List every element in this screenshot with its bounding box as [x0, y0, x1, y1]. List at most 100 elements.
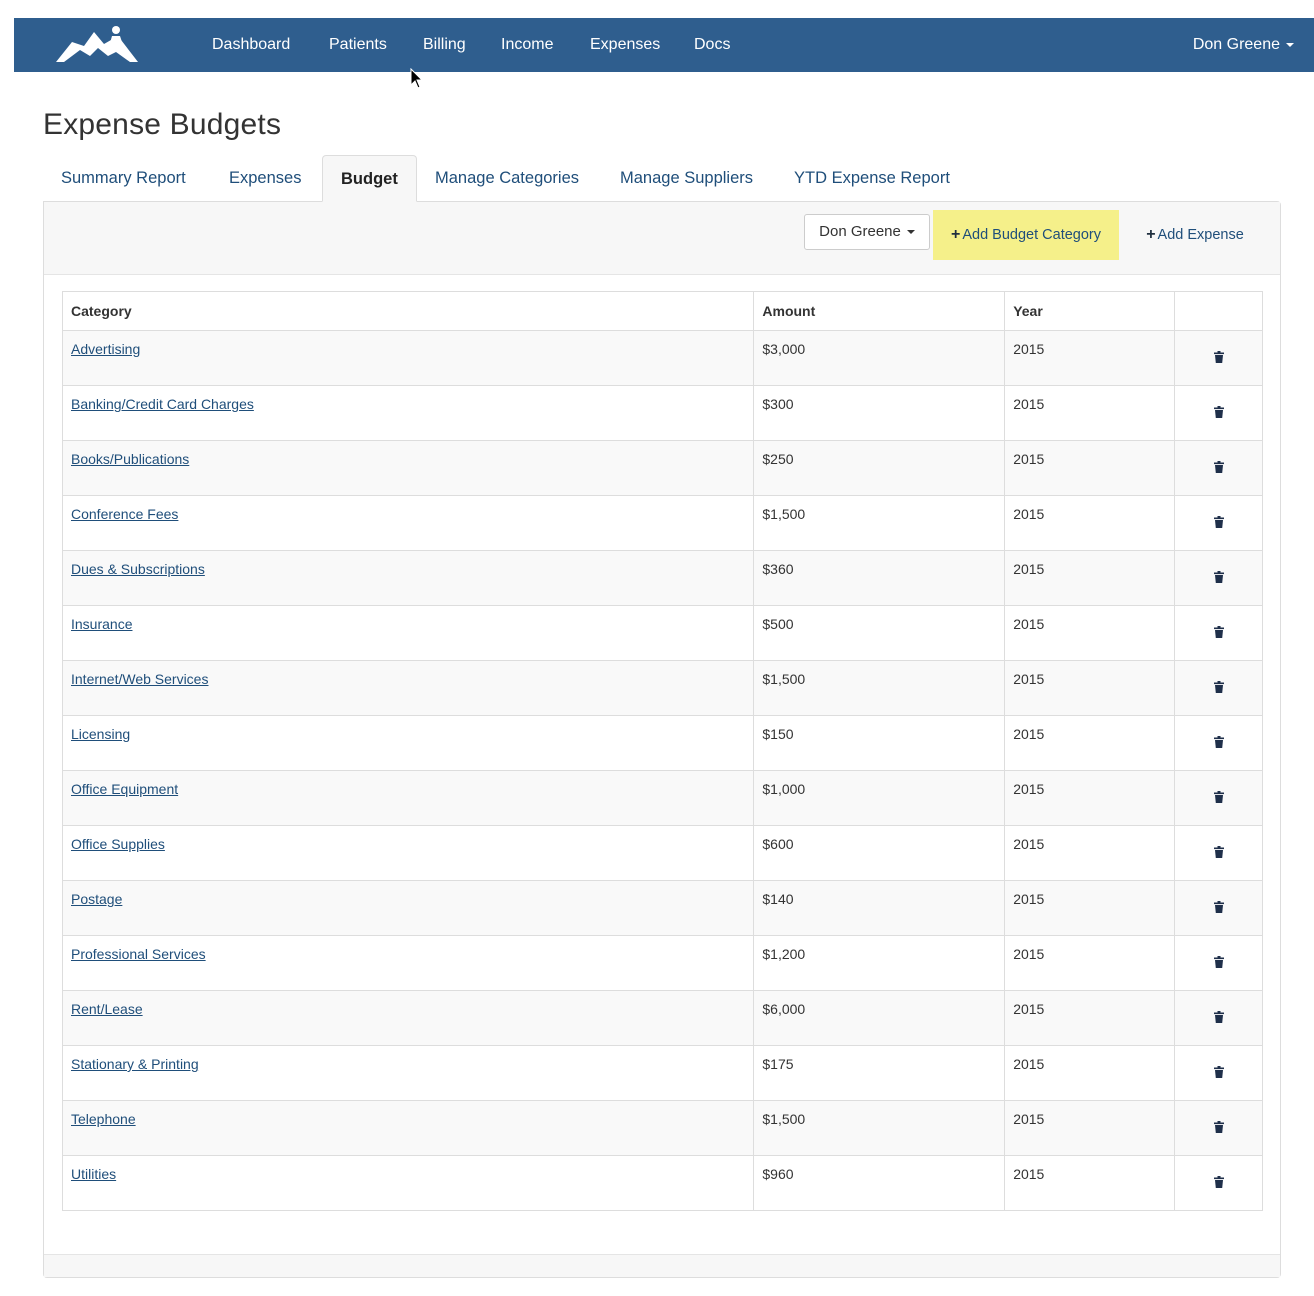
year-cell: 2015 [1004, 440, 1176, 496]
amount-cell: $3,000 [753, 330, 1006, 386]
column-header-category: Category [61, 291, 755, 331]
year-cell: 2015 [1004, 880, 1176, 936]
nav-dashboard[interactable]: Dashboard [212, 18, 290, 72]
user-filter-value: Don Greene [819, 223, 901, 240]
actions-cell [1174, 440, 1263, 496]
year-cell: 2015 [1004, 1155, 1176, 1211]
nav-income[interactable]: Income [501, 18, 553, 72]
amount-cell: $250 [753, 440, 1006, 496]
trash-icon[interactable] [1213, 900, 1224, 913]
category-link[interactable]: Insurance [71, 616, 132, 632]
category-link[interactable]: Banking/Credit Card Charges [71, 396, 254, 412]
category-link[interactable]: Books/Publications [71, 451, 189, 467]
add-expense-button[interactable]: + Add Expense [1132, 210, 1258, 260]
amount-cell: $960 [753, 1155, 1006, 1211]
category-link[interactable]: Postage [71, 891, 122, 907]
table-row: Dues & Subscriptions $360 2015 [61, 550, 1263, 606]
year-cell: 2015 [1004, 990, 1176, 1046]
tab-ytd-expense-report[interactable]: YTD Expense Report [776, 155, 968, 202]
table-row: Office Supplies $600 2015 [61, 825, 1263, 881]
category-link[interactable]: Internet/Web Services [71, 671, 208, 687]
tab-budget[interactable]: Budget [322, 155, 417, 202]
trash-icon[interactable] [1213, 1010, 1224, 1023]
tab-expenses[interactable]: Expenses [211, 155, 319, 202]
category-cell: Conference Fees [61, 495, 755, 551]
actions-cell [1174, 550, 1263, 606]
category-link[interactable]: Stationary & Printing [71, 1056, 199, 1072]
amount-cell: $1,500 [753, 660, 1006, 716]
table-row: Banking/Credit Card Charges $300 2015 [61, 385, 1263, 441]
actions-cell [1174, 880, 1263, 936]
category-cell: Telephone [61, 1100, 755, 1156]
category-cell: Postage [61, 880, 755, 936]
tab-manage-categories[interactable]: Manage Categories [417, 155, 597, 202]
add-budget-category-button[interactable]: + Add Budget Category [933, 210, 1119, 260]
category-cell: Office Supplies [61, 825, 755, 881]
actions-cell [1174, 715, 1263, 771]
trash-icon[interactable] [1213, 625, 1224, 638]
amount-cell: $500 [753, 605, 1006, 661]
category-link[interactable]: Rent/Lease [71, 1001, 143, 1017]
amount-cell: $600 [753, 825, 1006, 881]
trash-icon[interactable] [1213, 350, 1224, 363]
table-row: Insurance $500 2015 [61, 605, 1263, 661]
category-link[interactable]: Office Supplies [71, 836, 165, 852]
category-link[interactable]: Office Equipment [71, 781, 178, 797]
trash-icon[interactable] [1213, 515, 1224, 528]
actions-cell [1174, 330, 1263, 386]
caret-down-icon [1286, 42, 1294, 47]
mouse-pointer-icon [410, 68, 424, 89]
panel-footer [44, 1254, 1280, 1277]
year-cell: 2015 [1004, 770, 1176, 826]
year-cell: 2015 [1004, 715, 1176, 771]
nav-patients[interactable]: Patients [329, 18, 387, 72]
year-cell: 2015 [1004, 550, 1176, 606]
trash-icon[interactable] [1213, 955, 1224, 968]
category-link[interactable]: Professional Services [71, 946, 206, 962]
trash-icon[interactable] [1213, 735, 1224, 748]
trash-icon[interactable] [1213, 845, 1224, 858]
category-cell: Office Equipment [61, 770, 755, 826]
trash-icon[interactable] [1213, 680, 1224, 693]
category-link[interactable]: Conference Fees [71, 506, 178, 522]
amount-cell: $1,500 [753, 1100, 1006, 1156]
plus-icon: + [951, 226, 961, 243]
trash-icon[interactable] [1213, 1120, 1224, 1133]
trash-icon[interactable] [1213, 1065, 1224, 1078]
category-cell: Books/Publications [61, 440, 755, 496]
user-filter-select[interactable]: Don Greene [804, 214, 930, 250]
amount-cell: $175 [753, 1045, 1006, 1101]
budget-table-container: Category Amount Year Advertising $3,000 20… [61, 291, 1263, 1211]
category-link[interactable]: Licensing [71, 726, 130, 742]
nav-docs[interactable]: Docs [694, 18, 730, 72]
trash-icon[interactable] [1213, 405, 1224, 418]
table-row: Internet/Web Services $1,500 2015 [61, 660, 1263, 716]
top-navbar: Dashboard Patients Billing Income Expens… [14, 18, 1314, 72]
category-link[interactable]: Utilities [71, 1166, 116, 1182]
trash-icon[interactable] [1213, 570, 1224, 583]
add-expense-label: Add Expense [1157, 227, 1244, 243]
toolbar: Don Greene + Add Budget Category + Add Exp… [44, 202, 1280, 275]
brand-logo[interactable] [54, 22, 140, 68]
table-row: Telephone $1,500 2015 [61, 1100, 1263, 1156]
user-menu[interactable]: Don Greene [1193, 18, 1294, 72]
nav-billing[interactable]: Billing [423, 18, 466, 72]
tab-manage-suppliers[interactable]: Manage Suppliers [602, 155, 771, 202]
category-cell: Internet/Web Services [61, 660, 755, 716]
category-link[interactable]: Advertising [71, 341, 140, 357]
actions-cell [1174, 495, 1263, 551]
amount-cell: $1,000 [753, 770, 1006, 826]
category-link[interactable]: Dues & Subscriptions [71, 561, 205, 577]
year-cell: 2015 [1004, 495, 1176, 551]
trash-icon[interactable] [1213, 460, 1224, 473]
table-row: Advertising $3,000 2015 [61, 330, 1263, 386]
amount-cell: $150 [753, 715, 1006, 771]
tab-summary-report[interactable]: Summary Report [43, 155, 204, 202]
trash-icon[interactable] [1213, 1175, 1224, 1188]
category-cell: Advertising [61, 330, 755, 386]
category-cell: Banking/Credit Card Charges [61, 385, 755, 441]
amount-cell: $300 [753, 385, 1006, 441]
trash-icon[interactable] [1213, 790, 1224, 803]
category-link[interactable]: Telephone [71, 1111, 136, 1127]
nav-expenses[interactable]: Expenses [590, 18, 660, 72]
